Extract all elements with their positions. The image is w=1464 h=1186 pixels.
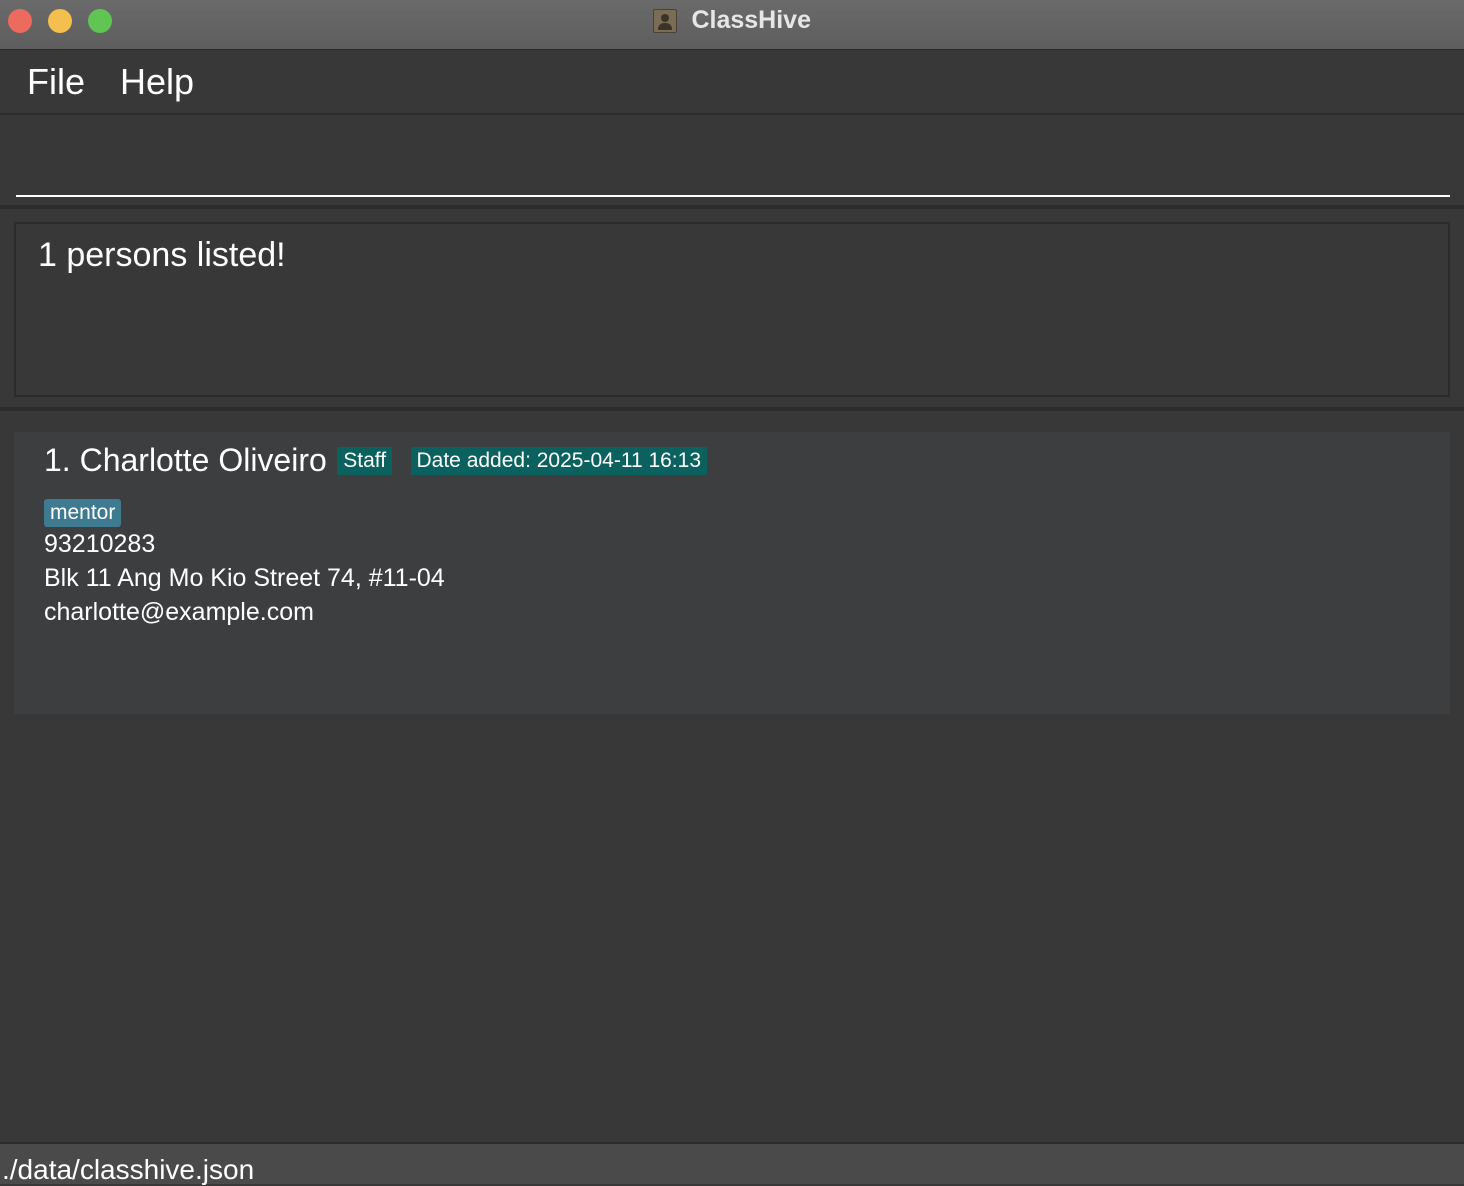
- command-input[interactable]: [16, 117, 1450, 197]
- role-badge: Staff: [337, 446, 393, 475]
- person-card[interactable]: 1. Charlotte Oliveiro Staff Date added: …: [14, 432, 1450, 714]
- app-contact-icon: [653, 8, 677, 33]
- person-address: Blk 11 Ang Mo Kio Street 74, #11-04: [44, 564, 445, 592]
- tag-label: mentor: [44, 499, 122, 527]
- save-file-path: ./data/classhive.json: [2, 1154, 255, 1185]
- menu-help[interactable]: Help: [120, 61, 194, 103]
- person-header: 1. Charlotte Oliveiro Staff Date added: …: [44, 442, 708, 482]
- command-box-area: [0, 117, 1464, 209]
- tag-list: mentor: [44, 499, 122, 527]
- menu-file[interactable]: File: [27, 61, 85, 103]
- result-message: 1 persons listed!: [38, 236, 286, 274]
- window-title-group: ClassHive: [0, 6, 1464, 36]
- menu-bar: File Help: [0, 51, 1464, 115]
- result-display: 1 persons listed!: [14, 222, 1450, 397]
- person-name: 1. Charlotte Oliveiro: [44, 442, 327, 478]
- result-display-area: 1 persons listed!: [0, 213, 1464, 411]
- person-email: charlotte@example.com: [44, 598, 314, 626]
- window-title: ClassHive: [691, 6, 811, 34]
- person-list[interactable]: 1. Charlotte Oliveiro Staff Date added: …: [0, 415, 1464, 1142]
- date-added-badge: Date added: 2025-04-11 16:13: [410, 446, 708, 475]
- person-phone: 93210283: [44, 530, 156, 558]
- status-bar: ./data/classhive.json: [0, 1142, 1464, 1185]
- title-bar: ClassHive: [0, 0, 1464, 50]
